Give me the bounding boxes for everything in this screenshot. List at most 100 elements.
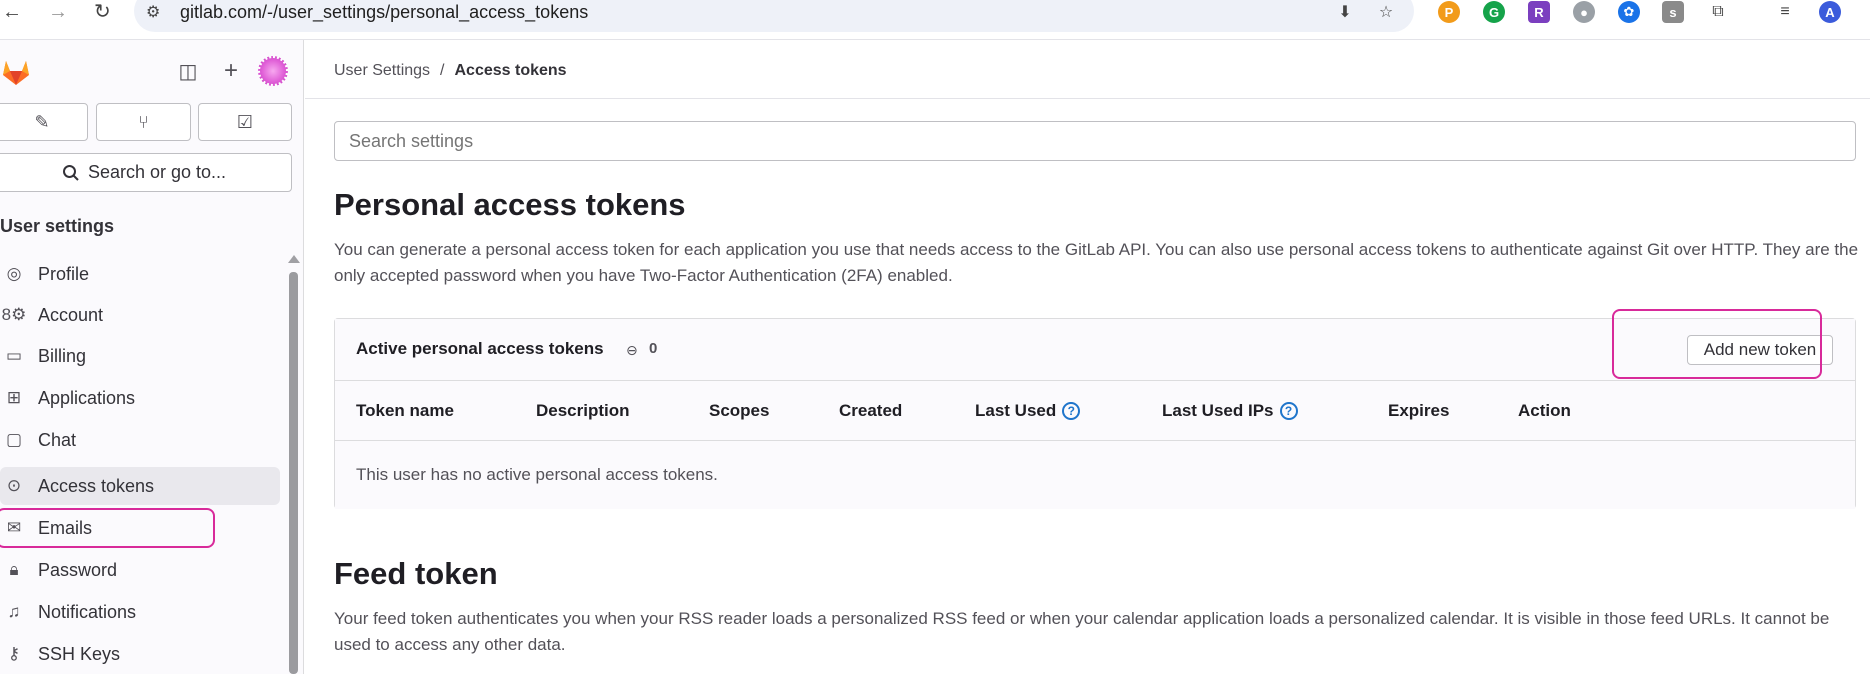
- table-header-row: Token name Description Scopes Created La…: [335, 381, 1855, 441]
- sidebar-item-emails[interactable]: ✉ Emails: [0, 509, 280, 547]
- card-header: Active personal access tokens ⊖ 0 Add ne…: [335, 319, 1855, 381]
- search-settings-input[interactable]: [334, 121, 1856, 161]
- billing-icon: ▭: [5, 346, 23, 365]
- main-content: User Settings / Access tokens Personal a…: [305, 40, 1870, 674]
- empty-state-row: This user has no active personal access …: [335, 441, 1855, 509]
- scroll-up-arrow-icon[interactable]: [288, 255, 300, 263]
- account-icon: 8⚙: [1, 305, 27, 324]
- breadcrumb-user-settings[interactable]: User Settings: [334, 62, 430, 80]
- active-tokens-card: Active personal access tokens ⊖ 0 Add ne…: [334, 318, 1856, 509]
- extensions-puzzle-icon[interactable]: ⧉: [1707, 1, 1729, 23]
- extension-p-icon[interactable]: P: [1438, 1, 1460, 23]
- extension-elephant-icon[interactable]: ●: [1573, 1, 1595, 23]
- empty-state-text: This user has no active personal access …: [356, 465, 718, 484]
- page-title: Personal access tokens: [334, 187, 686, 222]
- sidebar-section-title: User settings: [0, 216, 115, 236]
- sidebar-item-password[interactable]: 🔒︎ Password: [0, 551, 280, 589]
- sidebar-item-access-tokens[interactable]: ⊙ Access tokens: [0, 467, 280, 505]
- help-question-icon[interactable]: ?: [1279, 402, 1298, 420]
- issues-button[interactable]: ✎: [0, 103, 88, 141]
- sidebar-item-account[interactable]: 8⚙ Account: [0, 296, 280, 334]
- column-description[interactable]: Description: [536, 401, 630, 421]
- column-label: Description: [536, 401, 630, 420]
- column-expires[interactable]: Expires: [1388, 401, 1449, 421]
- token-count-icon: ⊖: [626, 342, 638, 358]
- sidebar-item-label: Chat: [38, 429, 77, 450]
- sidebar-item-label: SSH Keys: [38, 643, 121, 664]
- applications-icon: ⊞: [6, 388, 22, 407]
- merge-request-icon: ⑂: [138, 111, 149, 132]
- install-app-icon[interactable]: ⬇: [1334, 1, 1356, 23]
- breadcrumb-current: Access tokens: [454, 62, 567, 79]
- sidebar-item-label: Profile: [38, 263, 90, 284]
- column-label: Action: [1518, 401, 1571, 420]
- sidebar-item-chat[interactable]: ▢ Chat: [0, 421, 280, 459]
- token-icon: ⊙: [6, 476, 22, 495]
- profile-avatar-icon[interactable]: A: [1819, 1, 1841, 23]
- avatar[interactable]: [258, 56, 288, 86]
- sidebar-item-label: Applications: [38, 387, 136, 408]
- key-icon: ⚷: [7, 644, 21, 663]
- todo-check-icon: ☑: [236, 111, 254, 132]
- extension-blue-icon[interactable]: ✿: [1618, 1, 1640, 23]
- sidebar-item-label: Password: [38, 559, 118, 580]
- search-or-go-to-label: Search or go to...: [87, 162, 227, 182]
- url-text[interactable]: gitlab.com/-/user_settings/personal_acce…: [180, 2, 588, 23]
- column-last-used[interactable]: Last Used?: [975, 401, 1081, 421]
- search-icon: [62, 164, 79, 181]
- bookmark-star-icon[interactable]: ☆: [1375, 1, 1397, 23]
- help-question-icon[interactable]: ?: [1062, 402, 1081, 420]
- search-or-go-to-button[interactable]: Search or go to...: [0, 153, 292, 192]
- todos-button[interactable]: ☑: [198, 103, 292, 141]
- lock-icon: 🔒︎: [9, 560, 19, 579]
- sidebar-item-profile[interactable]: ◎ Profile: [0, 255, 280, 293]
- sidebar-scrollbar[interactable]: [289, 272, 298, 674]
- sidebar-item-label: Access tokens: [38, 475, 155, 496]
- issues-icon: ✎: [34, 111, 50, 132]
- extension-sd-icon[interactable]: s: [1662, 1, 1684, 23]
- reload-icon[interactable]: ↻: [94, 2, 111, 22]
- bell-icon: ♫: [7, 602, 21, 621]
- breadcrumb-separator: /: [440, 62, 445, 79]
- sidebar-item-ssh-keys[interactable]: ⚷ SSH Keys: [0, 635, 280, 673]
- profile-icon: ◎: [6, 264, 22, 283]
- column-scopes[interactable]: Scopes: [709, 401, 769, 421]
- add-new-token-button[interactable]: Add new token: [1687, 335, 1833, 365]
- gitlab-logo-icon[interactable]: [0, 56, 32, 86]
- breadcrumb-divider: [305, 98, 1870, 99]
- column-label: Last Used IPs: [1162, 401, 1274, 420]
- sidebar-item-label: Account: [38, 304, 104, 325]
- feed-token-description: Your feed token authenticates you when y…: [334, 609, 1830, 654]
- sidebar: ◫ + ✎ ⑂ ☑ Search or go to... User settin…: [0, 40, 304, 674]
- toggle-sidebar-icon[interactable]: ◫: [175, 58, 201, 84]
- extension-r-icon[interactable]: R: [1528, 1, 1550, 23]
- site-info-icon[interactable]: ⚙: [146, 2, 160, 22]
- back-arrow-icon[interactable]: ←: [2, 2, 22, 22]
- sidebar-item-notifications[interactable]: ♫ Notifications: [0, 593, 280, 631]
- feed-token-title: Feed token: [334, 556, 498, 591]
- column-label: Last Used: [975, 401, 1057, 420]
- column-created[interactable]: Created: [839, 401, 902, 421]
- column-label: Expires: [1388, 401, 1450, 420]
- token-count: 0: [649, 340, 658, 357]
- media-queue-icon[interactable]: ≡: [1774, 1, 1796, 23]
- breadcrumb: User Settings / Access tokens: [334, 62, 567, 80]
- sidebar-item-billing[interactable]: ▭ Billing: [0, 337, 280, 375]
- column-label: Token name: [356, 401, 454, 420]
- card-title: Active personal access tokens: [356, 339, 604, 358]
- forward-arrow-icon[interactable]: →: [48, 2, 68, 22]
- browser-toolbar: ← → ↻ ⚙ gitlab.com/-/user_settings/perso…: [0, 0, 1870, 40]
- extension-grammarly-icon[interactable]: G: [1483, 1, 1505, 23]
- column-action: Action: [1518, 401, 1571, 421]
- mail-icon: ✉: [6, 518, 22, 537]
- column-label: Created: [839, 401, 903, 420]
- sidebar-item-label: Notifications: [38, 601, 137, 622]
- column-token-name[interactable]: Token name: [356, 401, 454, 421]
- sidebar-item-label: Billing: [38, 345, 87, 366]
- sidebar-item-applications[interactable]: ⊞ Applications: [0, 379, 280, 417]
- chat-icon: ▢: [5, 430, 23, 449]
- merge-requests-button[interactable]: ⑂: [96, 103, 191, 141]
- pat-description: You can generate a personal access token…: [334, 240, 1859, 285]
- create-new-icon[interactable]: +: [218, 57, 244, 84]
- column-last-used-ips[interactable]: Last Used IPs?: [1162, 401, 1298, 421]
